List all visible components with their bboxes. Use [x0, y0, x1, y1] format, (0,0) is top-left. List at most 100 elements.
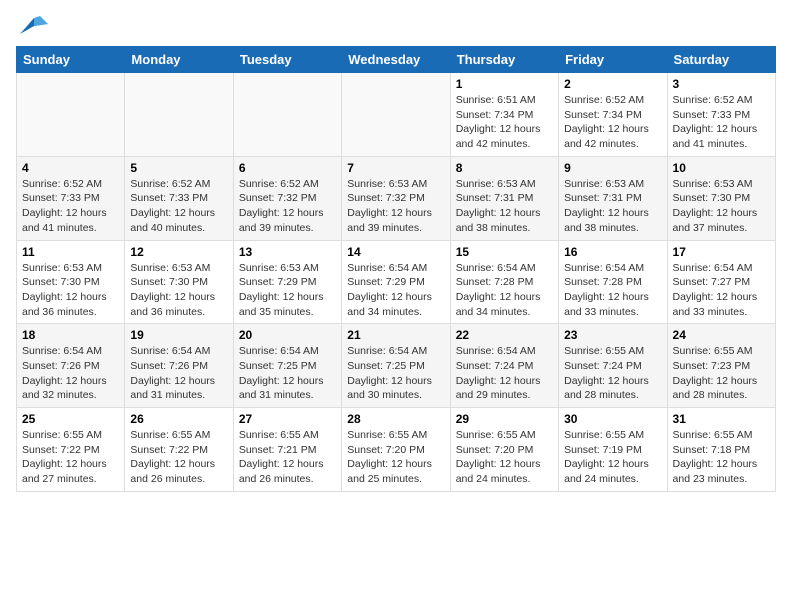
day-number: 17 — [673, 245, 770, 259]
calendar-dow-friday: Friday — [559, 47, 667, 73]
logo-bird-icon — [20, 16, 48, 38]
day-info: Sunrise: 6:54 AM Sunset: 7:25 PM Dayligh… — [239, 344, 336, 403]
calendar-cell: 15 Sunrise: 6:54 AM Sunset: 7:28 PM Dayli… — [450, 240, 558, 324]
calendar-cell: 19 Sunrise: 6:54 AM Sunset: 7:26 PM Dayli… — [125, 324, 233, 408]
day-number: 27 — [239, 412, 336, 426]
calendar-cell: 20 Sunrise: 6:54 AM Sunset: 7:25 PM Dayli… — [233, 324, 341, 408]
day-info: Sunrise: 6:55 AM Sunset: 7:22 PM Dayligh… — [22, 428, 119, 487]
page-header — [16, 16, 776, 38]
day-number: 30 — [564, 412, 661, 426]
day-info: Sunrise: 6:55 AM Sunset: 7:20 PM Dayligh… — [347, 428, 444, 487]
day-number: 28 — [347, 412, 444, 426]
calendar-dow-thursday: Thursday — [450, 47, 558, 73]
calendar-header-row: SundayMondayTuesdayWednesdayThursdayFrid… — [17, 47, 776, 73]
calendar-cell: 10 Sunrise: 6:53 AM Sunset: 7:30 PM Dayli… — [667, 156, 775, 240]
day-number: 25 — [22, 412, 119, 426]
calendar-dow-sunday: Sunday — [17, 47, 125, 73]
day-number: 12 — [130, 245, 227, 259]
day-number: 24 — [673, 328, 770, 342]
calendar-cell: 5 Sunrise: 6:52 AM Sunset: 7:33 PM Daylig… — [125, 156, 233, 240]
day-info: Sunrise: 6:54 AM Sunset: 7:28 PM Dayligh… — [456, 261, 553, 320]
day-info: Sunrise: 6:55 AM Sunset: 7:21 PM Dayligh… — [239, 428, 336, 487]
day-number: 16 — [564, 245, 661, 259]
calendar-cell: 12 Sunrise: 6:53 AM Sunset: 7:30 PM Dayli… — [125, 240, 233, 324]
day-number: 31 — [673, 412, 770, 426]
day-number: 20 — [239, 328, 336, 342]
day-info: Sunrise: 6:53 AM Sunset: 7:31 PM Dayligh… — [456, 177, 553, 236]
calendar-cell: 13Sunrise: 6:53 AM Sunset: 7:29 PM Dayli… — [233, 240, 341, 324]
day-info: Sunrise: 6:55 AM Sunset: 7:20 PM Dayligh… — [456, 428, 553, 487]
day-number: 26 — [130, 412, 227, 426]
day-info: Sunrise: 6:55 AM Sunset: 7:19 PM Dayligh… — [564, 428, 661, 487]
day-number: 2 — [564, 77, 661, 91]
calendar-cell: 3 Sunrise: 6:52 AM Sunset: 7:33 PM Daylig… — [667, 73, 775, 157]
calendar-cell: 25 Sunrise: 6:55 AM Sunset: 7:22 PM Dayli… — [17, 408, 125, 492]
calendar-cell: 16 Sunrise: 6:54 AM Sunset: 7:28 PM Dayli… — [559, 240, 667, 324]
calendar-cell: 6Sunrise: 6:52 AM Sunset: 7:32 PM Daylig… — [233, 156, 341, 240]
day-info: Sunrise: 6:54 AM Sunset: 7:26 PM Dayligh… — [130, 344, 227, 403]
logo — [16, 16, 48, 38]
day-info: Sunrise: 6:53 AM Sunset: 7:30 PM Dayligh… — [130, 261, 227, 320]
day-info: Sunrise: 6:55 AM Sunset: 7:18 PM Dayligh… — [673, 428, 770, 487]
day-number: 19 — [130, 328, 227, 342]
calendar-cell: 24Sunrise: 6:55 AM Sunset: 7:23 PM Dayli… — [667, 324, 775, 408]
calendar-cell — [233, 73, 341, 157]
day-number: 22 — [456, 328, 553, 342]
calendar-cell: 4 Sunrise: 6:52 AM Sunset: 7:33 PM Daylig… — [17, 156, 125, 240]
day-info: Sunrise: 6:54 AM Sunset: 7:26 PM Dayligh… — [22, 344, 119, 403]
day-info: Sunrise: 6:54 AM Sunset: 7:27 PM Dayligh… — [673, 261, 770, 320]
calendar-cell: 18 Sunrise: 6:54 AM Sunset: 7:26 PM Dayli… — [17, 324, 125, 408]
calendar-cell: 1 Sunrise: 6:51 AM Sunset: 7:34 PM Daylig… — [450, 73, 558, 157]
calendar-cell — [125, 73, 233, 157]
day-number: 11 — [22, 245, 119, 259]
calendar-table: SundayMondayTuesdayWednesdayThursdayFrid… — [16, 46, 776, 492]
day-number: 10 — [673, 161, 770, 175]
day-info: Sunrise: 6:52 AM Sunset: 7:34 PM Dayligh… — [564, 93, 661, 152]
day-info: Sunrise: 6:55 AM Sunset: 7:22 PM Dayligh… — [130, 428, 227, 487]
day-number: 14 — [347, 245, 444, 259]
calendar-cell: 30 Sunrise: 6:55 AM Sunset: 7:19 PM Dayli… — [559, 408, 667, 492]
day-info: Sunrise: 6:53 AM Sunset: 7:32 PM Dayligh… — [347, 177, 444, 236]
day-info: Sunrise: 6:53 AM Sunset: 7:30 PM Dayligh… — [673, 177, 770, 236]
day-number: 23 — [564, 328, 661, 342]
calendar-cell: 26 Sunrise: 6:55 AM Sunset: 7:22 PM Dayli… — [125, 408, 233, 492]
day-info: Sunrise: 6:53 AM Sunset: 7:31 PM Dayligh… — [564, 177, 661, 236]
day-number: 18 — [22, 328, 119, 342]
calendar-dow-tuesday: Tuesday — [233, 47, 341, 73]
day-number: 5 — [130, 161, 227, 175]
day-info: Sunrise: 6:51 AM Sunset: 7:34 PM Dayligh… — [456, 93, 553, 152]
calendar-cell: 9Sunrise: 6:53 AM Sunset: 7:31 PM Daylig… — [559, 156, 667, 240]
calendar-cell — [17, 73, 125, 157]
calendar-cell: 2 Sunrise: 6:52 AM Sunset: 7:34 PM Daylig… — [559, 73, 667, 157]
day-info: Sunrise: 6:52 AM Sunset: 7:33 PM Dayligh… — [673, 93, 770, 152]
calendar-week-row: 4 Sunrise: 6:52 AM Sunset: 7:33 PM Daylig… — [17, 156, 776, 240]
calendar-cell: 28 Sunrise: 6:55 AM Sunset: 7:20 PM Dayli… — [342, 408, 450, 492]
calendar-cell: 8Sunrise: 6:53 AM Sunset: 7:31 PM Daylig… — [450, 156, 558, 240]
calendar-dow-monday: Monday — [125, 47, 233, 73]
calendar-cell: 7Sunrise: 6:53 AM Sunset: 7:32 PM Daylig… — [342, 156, 450, 240]
day-number: 1 — [456, 77, 553, 91]
calendar-week-row: 1 Sunrise: 6:51 AM Sunset: 7:34 PM Daylig… — [17, 73, 776, 157]
day-number: 15 — [456, 245, 553, 259]
day-info: Sunrise: 6:54 AM Sunset: 7:28 PM Dayligh… — [564, 261, 661, 320]
day-info: Sunrise: 6:54 AM Sunset: 7:25 PM Dayligh… — [347, 344, 444, 403]
calendar-week-row: 11 Sunrise: 6:53 AM Sunset: 7:30 PM Dayli… — [17, 240, 776, 324]
calendar-cell: 11Sunrise: 6:53 AM Sunset: 7:30 PM Dayli… — [17, 240, 125, 324]
day-number: 4 — [22, 161, 119, 175]
day-info: Sunrise: 6:52 AM Sunset: 7:33 PM Dayligh… — [22, 177, 119, 236]
calendar-cell: 17 Sunrise: 6:54 AM Sunset: 7:27 PM Dayli… — [667, 240, 775, 324]
day-info: Sunrise: 6:52 AM Sunset: 7:33 PM Dayligh… — [130, 177, 227, 236]
calendar-dow-saturday: Saturday — [667, 47, 775, 73]
calendar-dow-wednesday: Wednesday — [342, 47, 450, 73]
calendar-cell: 27 Sunrise: 6:55 AM Sunset: 7:21 PM Dayli… — [233, 408, 341, 492]
calendar-cell: 29Sunrise: 6:55 AM Sunset: 7:20 PM Dayli… — [450, 408, 558, 492]
calendar-cell: 14Sunrise: 6:54 AM Sunset: 7:29 PM Dayli… — [342, 240, 450, 324]
day-info: Sunrise: 6:55 AM Sunset: 7:24 PM Dayligh… — [564, 344, 661, 403]
day-info: Sunrise: 6:53 AM Sunset: 7:29 PM Dayligh… — [239, 261, 336, 320]
day-info: Sunrise: 6:52 AM Sunset: 7:32 PM Dayligh… — [239, 177, 336, 236]
calendar-week-row: 25 Sunrise: 6:55 AM Sunset: 7:22 PM Dayli… — [17, 408, 776, 492]
calendar-cell: 23 Sunrise: 6:55 AM Sunset: 7:24 PM Dayli… — [559, 324, 667, 408]
calendar-cell: 31 Sunrise: 6:55 AM Sunset: 7:18 PM Dayli… — [667, 408, 775, 492]
day-number: 3 — [673, 77, 770, 91]
day-number: 21 — [347, 328, 444, 342]
